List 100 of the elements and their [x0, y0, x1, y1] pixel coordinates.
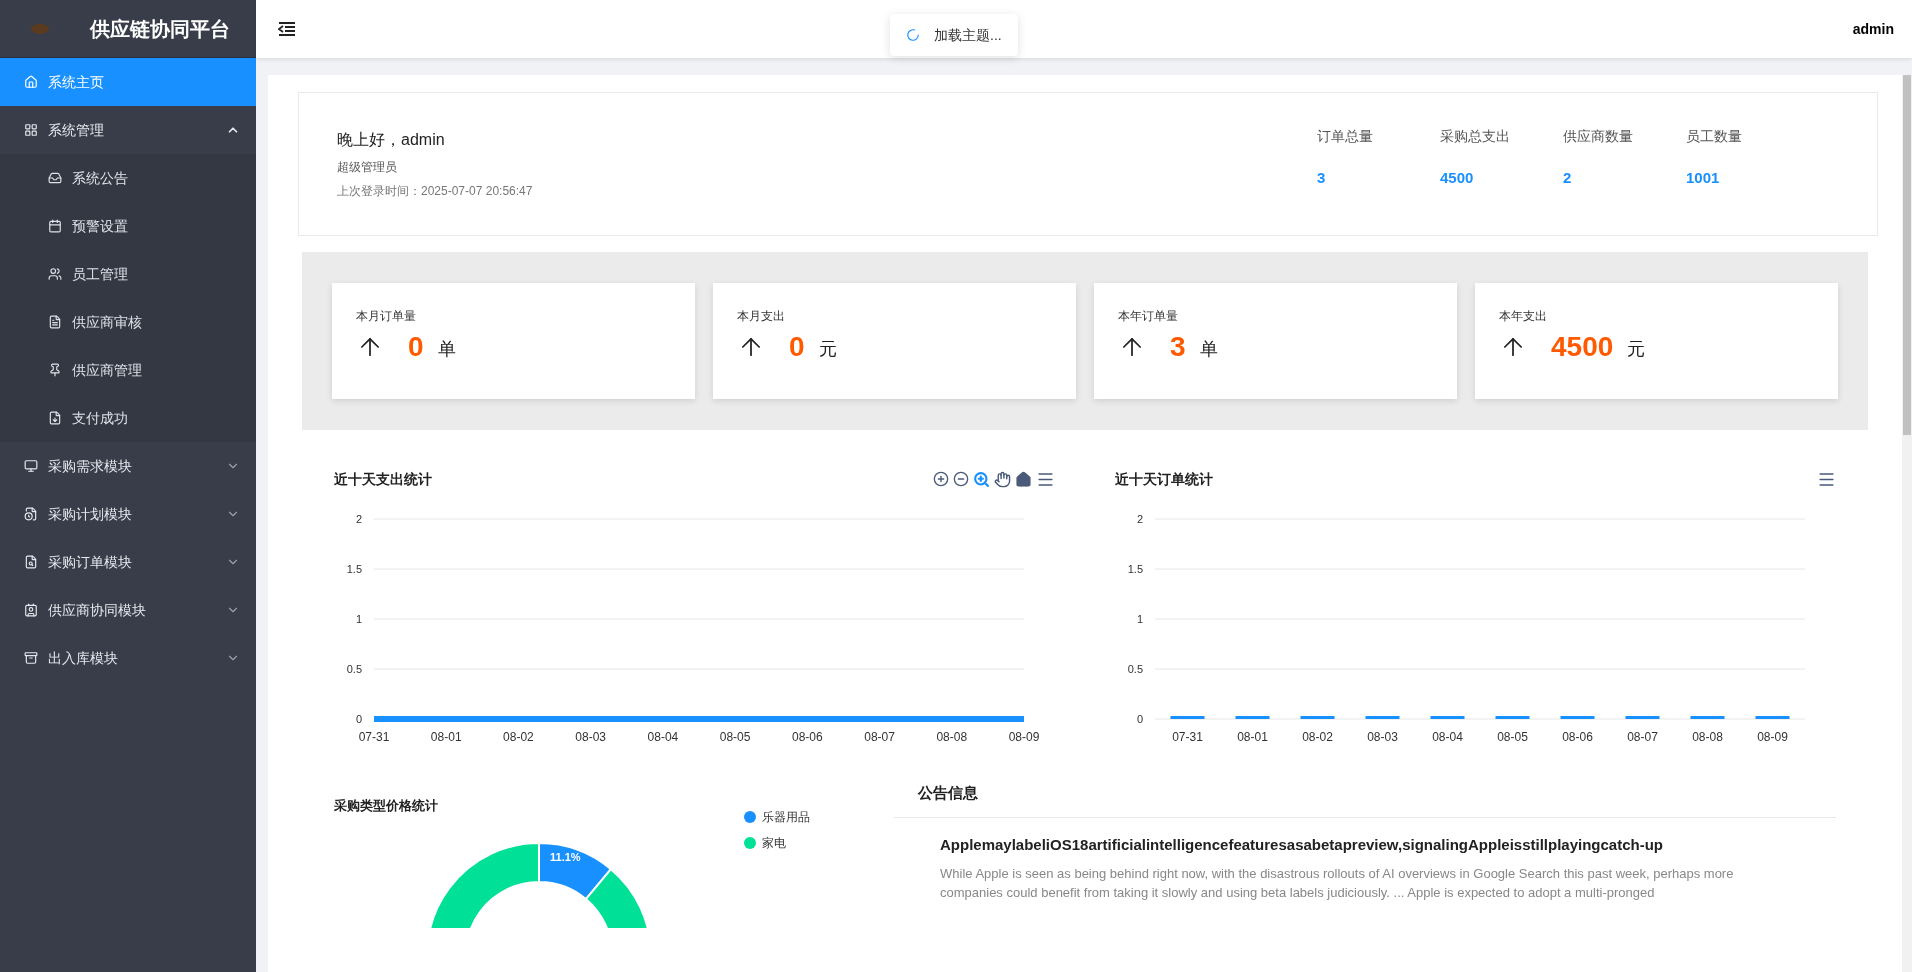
search-zoom-icon[interactable] [973, 470, 990, 488]
axis-label: 08-08 [1692, 730, 1723, 744]
bar [1625, 716, 1660, 719]
chart-title: 近十天支出统计 [334, 469, 432, 489]
zoom-in-icon[interactable] [933, 471, 949, 487]
sidebar-item[interactable]: 系统管理 [0, 106, 256, 154]
bar [1365, 716, 1400, 719]
sidebar-item[interactable]: 采购需求模块 [0, 442, 256, 490]
axis-label: 08-09 [1757, 730, 1788, 744]
sidebar-item[interactable]: 供应商审核 [0, 298, 256, 346]
menu-label: 系统主页 [48, 72, 105, 92]
axis-label: 0.5 [346, 663, 362, 675]
home-icon[interactable] [1015, 470, 1032, 488]
sidebar-item[interactable]: 预警设置 [0, 202, 256, 250]
user-name[interactable]: admin [1852, 18, 1894, 40]
sidebar-item[interactable]: 员工管理 [0, 250, 256, 298]
sidebar-item[interactable]: 采购订单模块 [0, 538, 256, 586]
card-unit: 单 [1199, 338, 1218, 361]
chart-title: 采购类型价格统计 [334, 797, 439, 815]
card-label: 本年支出 [1499, 308, 1548, 325]
article-text: While Apple is seen as being behind right now, with the disastrous rollouts of AI overviews in Google Search this past week, perhaps more companies could benefit from taking it slowly and using beta labels judiciously. ... Apple is expected to adopt a multi-pronged [940, 865, 1735, 902]
chart-title: 近十天订单统计 [1115, 469, 1213, 489]
stat-value: 3 [1317, 168, 1327, 189]
stat-label: 采购总支出 [1440, 127, 1511, 147]
axis-label: 08-07 [864, 730, 895, 744]
menu-label: 系统公告 [72, 168, 129, 188]
axis-label: 08-01 [1237, 730, 1268, 744]
bar [1430, 716, 1465, 719]
stat-value: 4500 [1440, 168, 1475, 189]
greeting: 晚上好，admin [337, 130, 446, 150]
last-login-text: 上次登录时间：2025-07-07 20:56:47 [337, 183, 534, 200]
stat-value: 1001 [1686, 168, 1721, 189]
menu-label: 供应商协同模块 [48, 600, 147, 620]
bar [1690, 716, 1725, 719]
card-value: 0 [789, 333, 805, 361]
collapse-menu-icon[interactable] [278, 21, 296, 37]
app-title: 供应链协同平台 [90, 16, 230, 42]
axis-label: 08-01 [430, 730, 462, 744]
menu-label: 供应商审核 [72, 312, 143, 332]
zoom-out-icon[interactable] [953, 471, 969, 487]
sidebar-item[interactable]: 供应商协同模块 [0, 586, 256, 634]
axis-label: 07-31 [1172, 730, 1203, 744]
stat-label: 供应商数量 [1563, 127, 1634, 147]
sidebar-item[interactable]: 供应商管理 [0, 346, 256, 394]
bar [1755, 716, 1790, 719]
card-unit: 单 [437, 338, 456, 361]
legend-label: 家电 [762, 834, 786, 852]
axis-label: 0 [1136, 713, 1143, 725]
card-value: 4500 [1551, 333, 1614, 361]
axis-label: 08-09 [1008, 730, 1040, 744]
menu-label: 供应商管理 [72, 360, 143, 380]
sidebar-item[interactable]: 系统公告 [0, 154, 256, 202]
role-text: 超级管理员 [337, 159, 398, 176]
axis-label: 07-31 [358, 730, 390, 744]
menu-label: 出入库模块 [48, 648, 119, 668]
card-value: 0 [408, 333, 424, 361]
card-label: 本年订单量 [1118, 308, 1179, 325]
axis-label: 08-06 [792, 730, 823, 744]
bar [1170, 716, 1205, 719]
bar [1235, 716, 1270, 719]
bar [1495, 716, 1530, 719]
axis-label: 1 [355, 613, 362, 625]
axis-label: 08-03 [575, 730, 606, 744]
sidebar-item[interactable]: 采购计划模块 [0, 490, 256, 538]
slice-label: 11.1% [550, 850, 581, 863]
sidebar-item[interactable]: 出入库模块 [0, 634, 256, 682]
card-unit: 元 [818, 338, 837, 361]
menu-label: 采购需求模块 [48, 456, 133, 476]
card-label: 本月订单量 [356, 308, 417, 325]
bar [1300, 716, 1335, 719]
sidebar-item[interactable]: 支付成功 [0, 394, 256, 442]
stat-label: 员工数量 [1686, 127, 1743, 147]
axis-label: 08-02 [503, 730, 534, 744]
axis-label: 2 [355, 513, 362, 525]
menu-label: 系统管理 [48, 120, 105, 140]
axis-label: 08-05 [719, 730, 751, 744]
stat-value: 2 [1563, 168, 1573, 189]
menu-label: 支付成功 [72, 408, 129, 428]
axis-label: 08-05 [1497, 730, 1528, 744]
card-label: 本月支出 [737, 308, 786, 325]
hand-icon[interactable] [994, 470, 1011, 488]
card-unit: 元 [1627, 338, 1646, 361]
bar [1560, 716, 1595, 719]
stat-label: 订单总量 [1317, 127, 1374, 147]
logo-icon [30, 22, 50, 35]
legend-label: 乐器用品 [762, 808, 810, 826]
scrollbar[interactable] [1902, 75, 1912, 972]
menu-label: 预警设置 [72, 216, 129, 236]
section-title: 公告信息 [894, 776, 1836, 818]
article-title: ApplemaylabeliOS18artificialintelligencefeaturesasabetapreview,signalingAppleisstillplayingcatch-up [940, 834, 1664, 855]
axis-label: 0.5 [1127, 663, 1143, 675]
card-value: 3 [1170, 333, 1186, 361]
axis-label: 08-07 [1627, 730, 1658, 744]
menu-label: 采购订单模块 [48, 552, 133, 572]
axis-label: 1.5 [346, 563, 362, 575]
axis-label: 1 [1136, 613, 1143, 625]
spinner-icon [906, 28, 920, 42]
axis-label: 08-06 [1562, 730, 1593, 744]
axis-label: 0 [355, 713, 362, 725]
toast-text: 加载主题... [934, 25, 1002, 45]
